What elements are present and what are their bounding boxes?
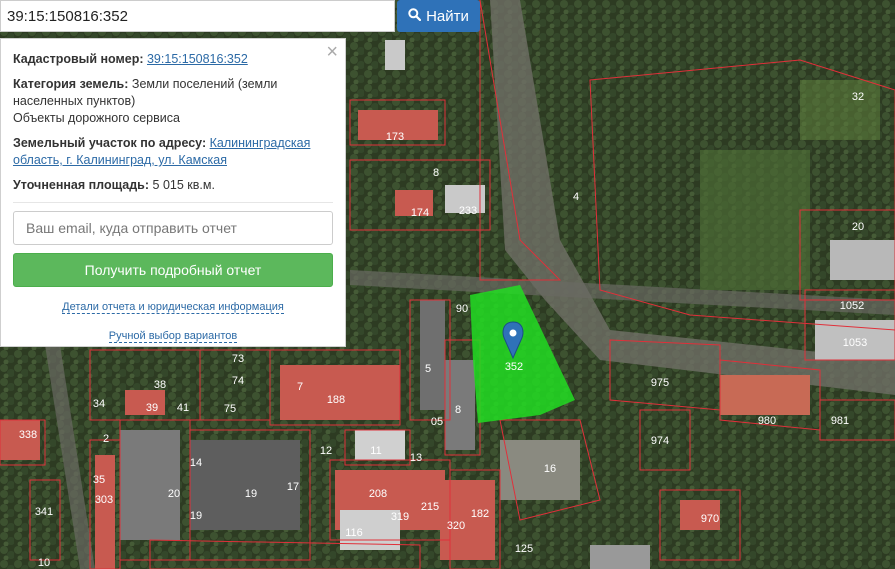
parcel-number-label: 116 [345,527,363,539]
parcel-number-label: 20 [852,221,864,233]
parcel-number-label: 981 [831,415,849,427]
search-button[interactable]: Найти [397,0,480,32]
clearing [700,150,810,290]
parcel-number-label: 174 [411,207,429,219]
parcel-number-label: 05 [431,416,443,428]
cadastral-number-link[interactable]: 39:15:150816:352 [147,52,248,66]
parcel-number-label: 320 [447,520,465,532]
parcel-number-label: 19 [190,510,202,522]
parcel-number-label: 7 [297,381,303,393]
parcel-number-label: 8 [455,404,461,416]
manual-selection-link[interactable]: Ручной выбор вариантов [13,328,333,345]
email-field[interactable] [13,211,333,245]
parcel-number-label: 1053 [843,337,867,349]
report-details-link[interactable]: Детали отчета и юридическая информация [13,299,333,316]
parcel-number-label: 8 [433,167,439,179]
parcel-number-label: 14 [190,457,202,469]
parcel-number-label: 233 [459,205,477,217]
parcel-number-label: 74 [232,375,244,387]
parcel-number-label: 208 [369,488,387,500]
parcel-number-label: 16 [544,463,556,475]
cadastral-row: Кадастровый номер: 39:15:150816:352 [13,51,333,68]
parcel-number-label: 73 [232,353,244,365]
parcel-number-label: 974 [651,435,669,447]
parcel-number-label: 12 [320,445,332,457]
search-icon [408,7,422,25]
report-details-text: Детали отчета и юридическая информация [62,301,284,314]
parcel-number-label: 34 [93,398,105,410]
parcel-number-label: 39 [146,402,158,414]
area-row: Уточненная площадь: 5 015 кв.м. [13,177,333,194]
parcel-number-label: 215 [421,501,439,513]
parcel-number-label: 970 [701,513,719,525]
parcel-number-label: 90 [456,303,468,315]
parcel-number-label: 41 [177,402,189,414]
parcel-number-label: 338 [19,429,37,441]
parcel-number-label: 980 [758,415,776,427]
search-box [0,0,395,32]
parcel-number-label: 319 [391,511,409,523]
parcel-number-label: 4 [573,191,579,203]
cadastral-label: Кадастровый номер: [13,52,144,66]
address-label: Земельный участок по адресу: [13,136,207,150]
parcel-number-label: 35 [93,474,105,486]
divider [13,202,333,203]
parcel-number-label: 17 [287,481,299,493]
parcel-number-label: 19 [245,488,257,500]
area-label: Уточненная площадь: [13,178,150,192]
address-row: Земельный участок по адресу: Калининград… [13,135,333,169]
parcel-number-label: 75 [224,403,236,415]
parcel-number-label: 303 [95,494,113,506]
category-label: Категория земель: [13,77,129,91]
parcel-info-panel: × Кадастровый номер: 39:15:150816:352 Ка… [0,38,346,347]
category-row: Категория земель: Земли поселений (земли… [13,76,333,127]
parcel-number-label: 11 [370,445,381,457]
search-input[interactable] [1,1,394,31]
parcel-number-label: 182 [471,508,489,520]
parcel-number-label: 20 [168,488,180,500]
category-extra: Объекты дорожного сервиса [13,111,180,125]
manual-selection-text: Ручной выбор вариантов [108,330,238,343]
parcel-number-label: 10 [38,557,50,569]
parcel-number-label: 1052 [840,300,864,312]
parcel-number-label: 188 [327,394,345,406]
parcel-number-label: 125 [515,543,533,555]
parcel-number-label: 341 [35,506,53,518]
search-button-label: Найти [426,7,469,25]
parcel-number-label: 13 [410,452,422,464]
parcel-number-label: 975 [651,377,669,389]
parcel-number-label: 173 [386,131,404,143]
parcel-number-label: 352 [505,361,523,373]
parcel-number-label: 38 [154,379,166,391]
close-icon[interactable]: × [326,42,338,62]
get-report-button[interactable]: Получить подробный отчет [13,253,333,287]
clearing [800,80,880,140]
parcel-number-label: 5 [425,363,431,375]
parcel-number-label: 32 [852,91,864,103]
parcel-number-label: 2 [103,433,109,445]
area-value: 5 015 кв.м. [152,178,215,192]
